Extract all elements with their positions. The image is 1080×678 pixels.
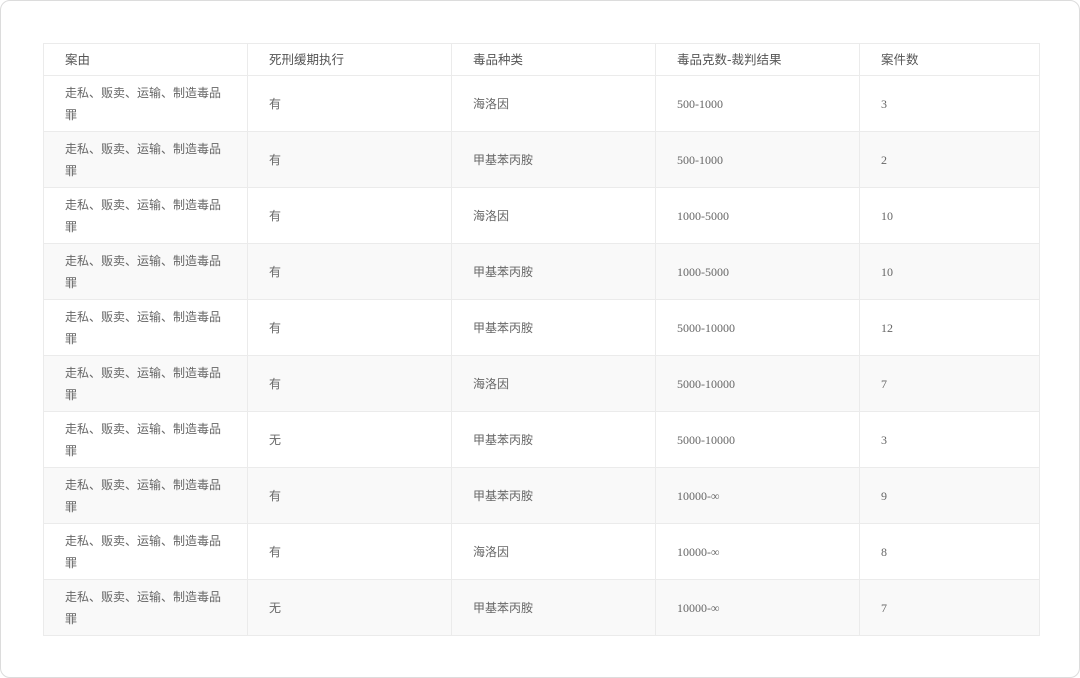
cell-grams-range: 500-1000: [655, 131, 860, 188]
card-panel: 案由 死刑缓期执行 毒品种类 毒品克数-裁判结果 案件数 走私、贩卖、运输、制造…: [0, 0, 1080, 678]
cell-drug-type: 甲基苯丙胺: [451, 579, 656, 636]
cell-reprieve: 有: [247, 187, 452, 244]
cell-grams-range: 10000-∞: [655, 579, 860, 636]
cell-reprieve: 有: [247, 131, 452, 188]
header-drug-grams-result: 毒品克数-裁判结果: [655, 43, 860, 76]
cell-drug-type: 甲基苯丙胺: [451, 131, 656, 188]
table-header-row: 案由 死刑缓期执行 毒品种类 毒品克数-裁判结果 案件数: [43, 43, 1040, 76]
cell-drug-type: 海洛因: [451, 355, 656, 412]
cell-reprieve: 有: [247, 75, 452, 132]
cell-cause: 走私、贩卖、运输、制造毒品罪: [43, 299, 248, 356]
cell-case-count: 2: [859, 131, 1040, 188]
cell-cause: 走私、贩卖、运输、制造毒品罪: [43, 131, 248, 188]
cell-grams-range: 5000-10000: [655, 299, 860, 356]
table-row: 走私、贩卖、运输、制造毒品罪有甲基苯丙胺 500-1000 2: [43, 131, 1040, 188]
cell-cause: 走私、贩卖、运输、制造毒品罪: [43, 523, 248, 580]
header-cause: 案由: [43, 43, 248, 76]
table-body: 走私、贩卖、运输、制造毒品罪有海洛因 500-1000 3 走私、贩卖、运输、制造毒品…: [43, 75, 1040, 636]
cell-grams-range: 500-1000: [655, 75, 860, 132]
cell-case-count: 8: [859, 523, 1040, 580]
cell-drug-type: 甲基苯丙胺: [451, 243, 656, 300]
cell-drug-type: 甲基苯丙胺: [451, 299, 656, 356]
cell-reprieve: 有: [247, 467, 452, 524]
header-drug-type: 毒品种类: [451, 43, 656, 76]
cell-cause: 走私、贩卖、运输、制造毒品罪: [43, 579, 248, 636]
cell-grams-range: 5000-10000: [655, 411, 860, 468]
cell-cause: 走私、贩卖、运输、制造毒品罪: [43, 243, 248, 300]
table-row: 走私、贩卖、运输、制造毒品罪无甲基苯丙胺 5000-10000 3: [43, 411, 1040, 468]
table-row: 走私、贩卖、运输、制造毒品罪有海洛因 1000-5000 10: [43, 187, 1040, 244]
cell-cause: 走私、贩卖、运输、制造毒品罪: [43, 467, 248, 524]
cell-case-count: 9: [859, 467, 1040, 524]
header-case-count: 案件数: [859, 43, 1040, 76]
table-row: 走私、贩卖、运输、制造毒品罪无甲基苯丙胺 10000-∞ 7: [43, 579, 1040, 636]
cell-grams-range: 1000-5000: [655, 243, 860, 300]
cell-cause: 走私、贩卖、运输、制造毒品罪: [43, 411, 248, 468]
table-row: 走私、贩卖、运输、制造毒品罪有甲基苯丙胺 10000-∞ 9: [43, 467, 1040, 524]
cell-case-count: 10: [859, 243, 1040, 300]
cell-grams-range: 10000-∞: [655, 523, 860, 580]
table-row: 走私、贩卖、运输、制造毒品罪有甲基苯丙胺 5000-10000 12: [43, 299, 1040, 356]
cell-case-count: 12: [859, 299, 1040, 356]
cell-drug-type: 甲基苯丙胺: [451, 411, 656, 468]
cell-case-count: 10: [859, 187, 1040, 244]
cell-cause: 走私、贩卖、运输、制造毒品罪: [43, 187, 248, 244]
cell-case-count: 7: [859, 579, 1040, 636]
cell-reprieve: 无: [247, 579, 452, 636]
cell-drug-type: 海洛因: [451, 75, 656, 132]
table-row: 走私、贩卖、运输、制造毒品罪有海洛因 500-1000 3: [43, 75, 1040, 132]
cell-reprieve: 有: [247, 355, 452, 412]
cell-cause: 走私、贩卖、运输、制造毒品罪: [43, 355, 248, 412]
cell-grams-range: 10000-∞: [655, 467, 860, 524]
table-row: 走私、贩卖、运输、制造毒品罪有海洛因 5000-10000 7: [43, 355, 1040, 412]
cell-case-count: 3: [859, 411, 1040, 468]
cell-case-count: 3: [859, 75, 1040, 132]
case-statistics-table: 案由 死刑缓期执行 毒品种类 毒品克数-裁判结果 案件数 走私、贩卖、运输、制造…: [43, 43, 1040, 636]
cell-case-count: 7: [859, 355, 1040, 412]
cell-reprieve: 有: [247, 243, 452, 300]
table-row: 走私、贩卖、运输、制造毒品罪有海洛因 10000-∞ 8: [43, 523, 1040, 580]
table-row: 走私、贩卖、运输、制造毒品罪有甲基苯丙胺 1000-5000 10: [43, 243, 1040, 300]
cell-reprieve: 有: [247, 299, 452, 356]
cell-grams-range: 1000-5000: [655, 187, 860, 244]
cell-reprieve: 无: [247, 411, 452, 468]
cell-drug-type: 海洛因: [451, 187, 656, 244]
cell-drug-type: 海洛因: [451, 523, 656, 580]
cell-grams-range: 5000-10000: [655, 355, 860, 412]
cell-drug-type: 甲基苯丙胺: [451, 467, 656, 524]
cell-reprieve: 有: [247, 523, 452, 580]
header-death-sentence-reprieve: 死刑缓期执行: [247, 43, 452, 76]
cell-cause: 走私、贩卖、运输、制造毒品罪: [43, 75, 248, 132]
